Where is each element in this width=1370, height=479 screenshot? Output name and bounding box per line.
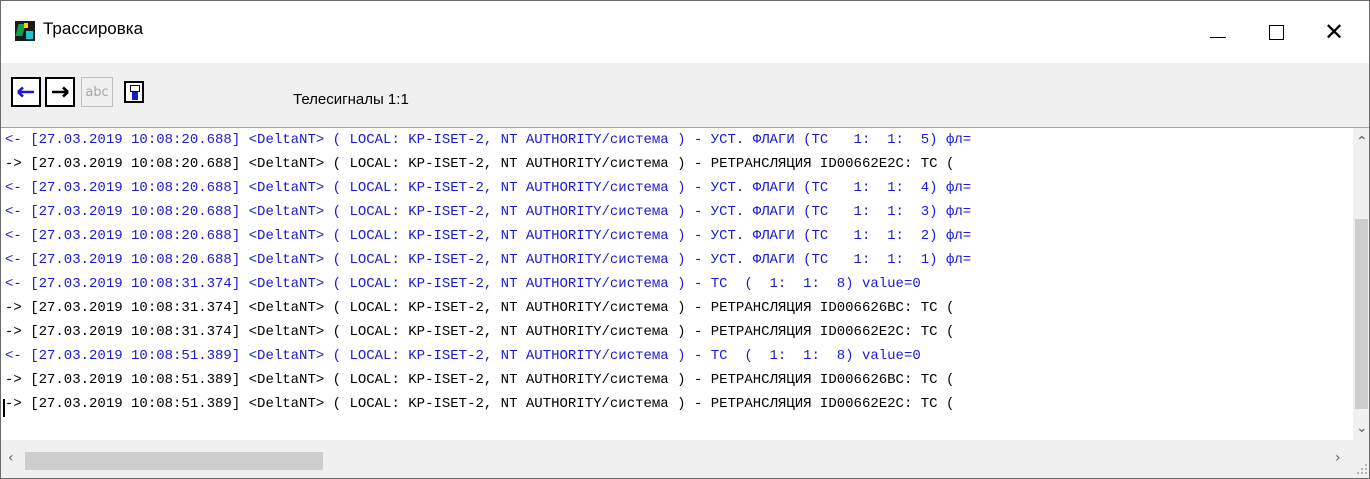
arrow-left-icon [17, 86, 34, 98]
save-to-file-button[interactable] [117, 77, 151, 107]
log-line: -> [27.03.2019 10:08:31.374] <DeltaNT> (… [5, 300, 955, 316]
title-bar[interactable]: Трассировка ✕ [1, 1, 1369, 63]
minimize-icon [1210, 36, 1226, 38]
trace-log[interactable]: <- [27.03.2019 10:08:20.688] <DeltaNT> (… [1, 127, 1369, 441]
arrow-right-icon [52, 86, 69, 98]
log-line: <- [27.03.2019 10:08:20.688] <DeltaNT> (… [5, 180, 972, 196]
resize-grip[interactable] [1353, 440, 1369, 478]
trace-window: Трассировка ✕ abc Телесигналы 1:1 <- [27… [0, 0, 1370, 479]
close-button[interactable]: ✕ [1305, 1, 1363, 63]
scroll-left-icon[interactable]: ‹ [8, 450, 14, 466]
maximize-button[interactable] [1247, 1, 1305, 63]
resize-grip-icon [1357, 464, 1367, 474]
log-line: -> [27.03.2019 10:08:51.389] <DeltaNT> (… [5, 396, 955, 412]
log-line: -> [27.03.2019 10:08:20.688] <DeltaNT> (… [5, 156, 955, 172]
log-line: -> [27.03.2019 10:08:51.389] <DeltaNT> (… [5, 372, 955, 388]
toolbar: abc Телесигналы 1:1 [1, 63, 1369, 127]
text-search-label: abc [85, 84, 109, 100]
forward-button[interactable] [45, 77, 75, 107]
horizontal-scrollbar[interactable]: ‹ › [1, 440, 1353, 478]
log-line: -> [27.03.2019 10:08:31.374] <DeltaNT> (… [5, 324, 955, 340]
back-button[interactable] [11, 77, 41, 107]
log-line: <- [27.03.2019 10:08:20.688] <DeltaNT> (… [5, 132, 972, 148]
horizontal-scroll-thumb[interactable] [25, 452, 323, 470]
close-icon: ✕ [1323, 18, 1345, 46]
window-title: Трассировка [43, 19, 144, 38]
maximize-icon [1268, 24, 1284, 40]
log-line: <- [27.03.2019 10:08:51.389] <DeltaNT> (… [5, 348, 921, 364]
minimize-button[interactable] [1189, 1, 1247, 63]
log-line: <- [27.03.2019 10:08:31.374] <DeltaNT> (… [5, 276, 921, 292]
app-icon [15, 21, 35, 41]
log-line: <- [27.03.2019 10:08:20.688] <DeltaNT> (… [5, 228, 972, 244]
scroll-down-icon[interactable]: ⌄ [1356, 420, 1368, 436]
scroll-up-icon[interactable]: ⌃ [1356, 134, 1368, 150]
save-to-file-icon [124, 81, 144, 103]
log-line: <- [27.03.2019 10:08:20.688] <DeltaNT> (… [5, 252, 972, 268]
scroll-right-icon[interactable]: › [1335, 450, 1341, 466]
vertical-scroll-thumb[interactable] [1355, 219, 1368, 409]
text-search-button[interactable]: abc [81, 77, 113, 107]
text-cursor [3, 399, 5, 417]
log-line: <- [27.03.2019 10:08:20.688] <DeltaNT> (… [5, 204, 972, 220]
vertical-scrollbar[interactable]: ⌃ ⌄ [1353, 128, 1369, 440]
channel-label: Телесигналы 1:1 [293, 91, 409, 108]
